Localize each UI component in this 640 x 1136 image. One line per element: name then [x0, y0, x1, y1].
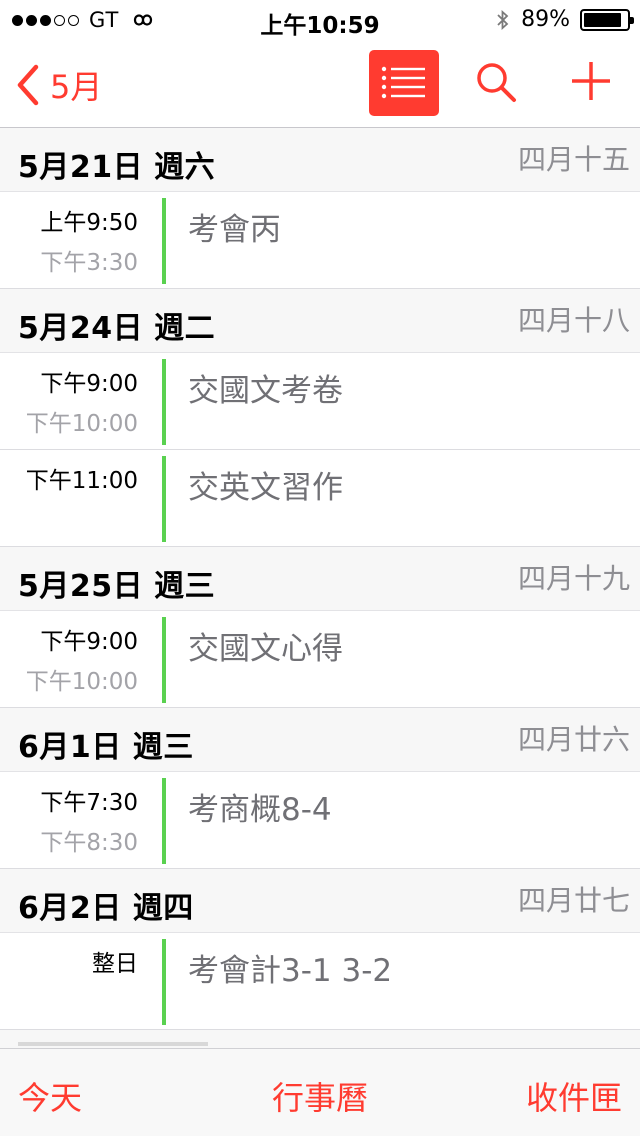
- day-header: 5月24日 週二 四月十八: [0, 289, 640, 353]
- day-header: 6月2日 週四 四月廿七: [0, 869, 640, 933]
- day-date: 6月1日 週三: [18, 730, 194, 765]
- lunar-date: 四月十九: [517, 562, 630, 595]
- day-date: 6月2日 週四: [18, 891, 194, 926]
- event-title: 交英文習作: [188, 470, 343, 506]
- calendar-color-bar: [162, 617, 166, 703]
- battery-cap: [630, 16, 634, 24]
- back-label: 5月: [50, 68, 103, 106]
- event-times: 整日: [0, 949, 138, 979]
- search-icon[interactable]: [474, 60, 518, 104]
- event-row[interactable]: 上午9:50 下午3:30 考會丙: [0, 192, 640, 289]
- tab-bar: 今天 行事曆 收件匣: [0, 1048, 640, 1136]
- bluetooth-icon: [497, 9, 509, 30]
- battery-fill: [584, 12, 622, 27]
- event-list[interactable]: 5月21日 週六 四月十五 上午9:50 下午3:30 考會丙 5月24日 週二 四月十八下…: [0, 128, 640, 1048]
- day-header: 6月1日 週三 四月廿六: [0, 708, 640, 772]
- event-title: 考商概8-4: [188, 792, 332, 828]
- event-start-time: 下午9:00: [40, 371, 138, 397]
- status-right: 89%: [495, 7, 634, 32]
- event-row[interactable]: 下午9:00 下午10:00 交國文心得: [0, 611, 640, 708]
- calendar-color-bar: [162, 939, 166, 1025]
- lunar-date: 四月廿七: [517, 884, 630, 917]
- day-date: 5月25日 週三: [18, 569, 216, 604]
- event-times: 上午9:50 下午3:30: [0, 208, 138, 278]
- battery-percent: 89%: [521, 7, 570, 32]
- event-row[interactable]: 下午11:00 交英文習作: [0, 450, 640, 547]
- event-start-time: 下午7:30: [40, 790, 138, 816]
- calendar-color-bar: [162, 359, 166, 445]
- event-end-time: 下午8:30: [40, 830, 138, 856]
- day-date: 5月21日 週六: [18, 150, 216, 185]
- event-row[interactable]: 下午7:30 下午8:30 考商概8-4: [0, 772, 640, 869]
- partial-date-placeholder: [18, 1042, 208, 1046]
- event-title: 交國文考卷: [188, 373, 343, 409]
- event-title: 考會計3-1 3-2: [188, 953, 393, 989]
- event-end-time: 下午10:00: [25, 669, 138, 695]
- event-end-time: 下午3:30: [40, 250, 138, 276]
- status-bar: GT 上午10:59 89%: [0, 0, 640, 40]
- day-header: 5月25日 週三 四月十九: [0, 547, 640, 611]
- event-start-time: 整日: [92, 951, 138, 977]
- lunar-date: 四月十八: [517, 304, 630, 337]
- day-header: 5月21日 週六 四月十五: [0, 128, 640, 192]
- event-start-time: 下午11:00: [25, 468, 138, 494]
- day-date: 5月24日 週二: [18, 311, 216, 346]
- calendar-list-screen: GT 上午10:59 89% 5月 5月21日 週六 四月十五 上午9:50 下…: [0, 0, 640, 1136]
- back-to-month-button[interactable]: 5月: [14, 62, 102, 108]
- event-end-time: 下午10:00: [25, 411, 138, 437]
- next-day-header-partial: [0, 1030, 640, 1048]
- calendar-color-bar: [162, 198, 166, 284]
- event-title: 考會丙: [188, 212, 281, 248]
- event-row[interactable]: 整日 考會計3-1 3-2: [0, 933, 640, 1030]
- event-start-time: 上午9:50: [40, 210, 138, 236]
- event-times: 下午7:30 下午8:30: [0, 788, 138, 858]
- event-times: 下午9:00 下午10:00: [0, 627, 138, 697]
- event-start-time: 下午9:00: [40, 629, 138, 655]
- chevron-left-icon: [17, 64, 39, 106]
- inbox-tab[interactable]: 收件匣: [526, 1073, 622, 1119]
- battery-icon: [580, 8, 634, 31]
- event-times: 下午9:00 下午10:00: [0, 369, 138, 439]
- event-row[interactable]: 下午9:00 下午10:00 交國文考卷: [0, 353, 640, 450]
- navigation-bar: 5月: [0, 40, 640, 128]
- event-title: 交國文心得: [188, 631, 343, 667]
- event-times: 下午11:00: [0, 466, 138, 496]
- calendar-color-bar: [162, 778, 166, 864]
- calendar-color-bar: [162, 456, 166, 542]
- lunar-date: 四月十五: [517, 143, 630, 176]
- list-view-toggle-button[interactable]: [369, 50, 439, 116]
- add-event-icon[interactable]: [570, 60, 612, 102]
- lunar-date: 四月廿六: [517, 723, 630, 756]
- list-icon: [381, 66, 425, 99]
